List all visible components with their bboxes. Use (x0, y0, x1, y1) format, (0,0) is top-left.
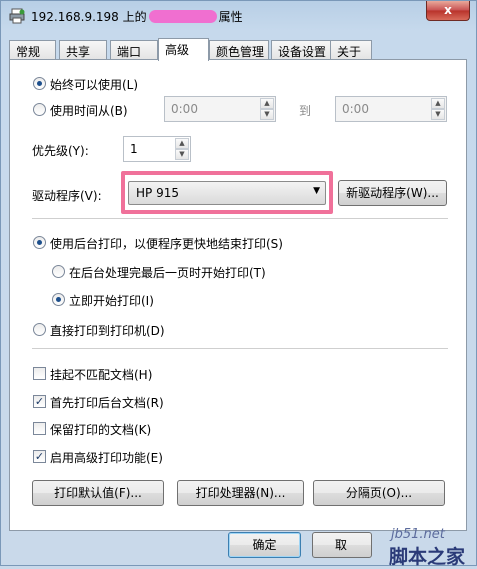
tab-advanced[interactable]: 高级 (158, 38, 209, 61)
printing-defaults-button[interactable]: 打印默认值(F)... (32, 480, 164, 506)
ok-button[interactable]: 确定 (228, 532, 301, 558)
to-time-spinner[interactable]: ▲ ▼ (431, 98, 445, 120)
always-available-radio[interactable] (33, 77, 46, 90)
window-title: 192.168.9.198 上的 属性 (31, 8, 243, 25)
advanced-panel: 始终可以使用(L) 使用时间从(B) 0:00 ▲ ▼ 到 0:00 ▲ ▼ 优先级… (9, 59, 467, 531)
cancel-button[interactable]: 取 (312, 532, 372, 558)
from-time-spinner[interactable]: ▲ ▼ (260, 98, 274, 120)
close-button[interactable]: x (426, 1, 470, 21)
available-from-radio[interactable] (33, 103, 46, 116)
start-immediately-radio[interactable] (52, 293, 65, 306)
annotation-highlight-box (121, 171, 333, 214)
keep-printed-label: 保留打印的文档(K) (50, 423, 152, 437)
printer-properties-window: 192.168.9.198 上的 属性 x 常规 共享 端口 高级 颜色管理 设备… (0, 0, 477, 568)
watermark-site: jb51.net (391, 527, 445, 542)
start-after-last-page-label: 在后台处理完最后一页时开始打印(T) (69, 266, 266, 280)
tab-sharing[interactable]: 共享 (59, 40, 107, 60)
to-time-field[interactable]: 0:00 ▲ ▼ (335, 96, 447, 122)
available-from-label: 使用时间从(B) (50, 104, 128, 118)
spool-label: 使用后台打印，以便程序更快地结束打印(S) (50, 237, 283, 251)
hold-mismatched-label: 挂起不匹配文档(H) (50, 368, 153, 382)
title-suffix: 属性 (218, 10, 243, 24)
title-prefix: 192.168.9.198 上的 (31, 10, 147, 24)
priority-value: 1 (130, 142, 138, 156)
tab-device-settings[interactable]: 设备设置 (271, 40, 331, 60)
spin-down-icon[interactable]: ▼ (431, 109, 445, 120)
title-bar: 192.168.9.198 上的 属性 x (1, 1, 476, 31)
print-direct-label: 直接打印到打印机(D) (50, 324, 165, 338)
priority-field[interactable]: 1 ▲ ▼ (123, 136, 191, 162)
close-icon: x (444, 3, 452, 17)
from-time-value: 0:00 (171, 102, 198, 116)
printer-icon (9, 8, 25, 24)
to-time-value: 0:00 (342, 102, 369, 116)
tab-color-management[interactable]: 颜色管理 (209, 40, 269, 60)
keep-printed-checkbox[interactable] (33, 422, 46, 435)
from-time-field[interactable]: 0:00 ▲ ▼ (164, 96, 276, 122)
print-spooled-first-checkbox[interactable]: ✓ (33, 395, 46, 408)
spin-up-icon[interactable]: ▲ (431, 98, 445, 109)
always-available-label: 始终可以使用(L) (50, 78, 139, 92)
start-immediately-label: 立即开始打印(I) (69, 294, 154, 308)
print-direct-radio[interactable] (33, 323, 46, 336)
spin-up-icon[interactable]: ▲ (260, 98, 274, 109)
redacted-printer-name (148, 10, 217, 23)
driver-label: 驱动程序(V): (32, 189, 102, 203)
separator-page-button[interactable]: 分隔页(O)... (313, 480, 445, 506)
to-label: 到 (299, 104, 312, 118)
spin-up-icon[interactable]: ▲ (175, 138, 189, 149)
separator (32, 218, 448, 219)
separator (32, 348, 448, 349)
advanced-features-label: 启用高级打印功能(E) (50, 451, 163, 465)
new-driver-button[interactable]: 新驱动程序(W)... (338, 180, 447, 206)
spin-down-icon[interactable]: ▼ (175, 149, 189, 160)
advanced-features-checkbox[interactable]: ✓ (33, 450, 46, 463)
hold-mismatched-checkbox[interactable] (33, 367, 46, 380)
tab-about[interactable]: 关于 (330, 40, 372, 60)
spool-radio[interactable] (33, 236, 46, 249)
tab-general[interactable]: 常规 (9, 40, 56, 60)
print-processor-button[interactable]: 打印处理器(N)... (177, 480, 304, 506)
priority-spinner[interactable]: ▲ ▼ (175, 138, 189, 160)
start-after-last-page-radio[interactable] (52, 265, 65, 278)
spin-down-icon[interactable]: ▼ (260, 109, 274, 120)
priority-label: 优先级(Y): (32, 144, 89, 158)
watermark-name: 脚本之家 (389, 546, 466, 568)
print-spooled-first-label: 首先打印后台文档(R) (50, 396, 164, 410)
tab-ports[interactable]: 端口 (110, 40, 158, 60)
